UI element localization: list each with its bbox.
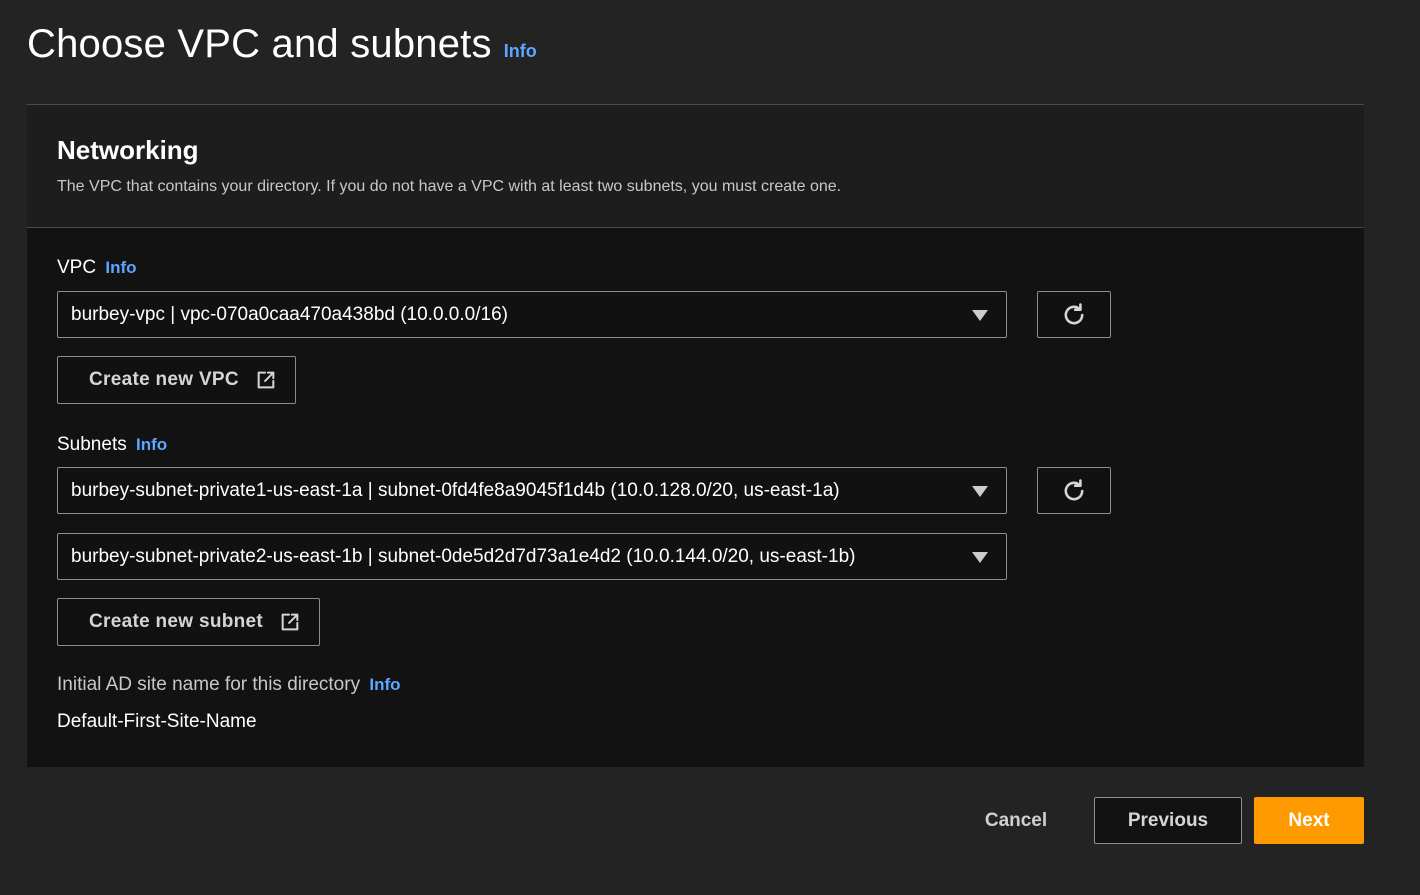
ad-site-value: Default-First-Site-Name: [57, 711, 257, 732]
subnet-select-2-value: burbey-subnet-private2-us-east-1b | subn…: [71, 545, 856, 567]
page: Choose VPC and subnets Info Networking T…: [0, 0, 1420, 895]
create-new-vpc-label: Create new VPC: [89, 369, 239, 390]
create-new-vpc-button[interactable]: Create new VPC: [57, 356, 296, 404]
subnet-select-1-value: burbey-subnet-private1-us-east-1a | subn…: [71, 479, 840, 501]
subnets-refresh-button[interactable]: [1037, 467, 1111, 514]
external-link-icon: [255, 369, 277, 391]
networking-container: Networking The VPC that contains your di…: [27, 104, 1364, 767]
networking-header: Networking The VPC that contains your di…: [27, 105, 1364, 228]
caret-down-icon: [972, 310, 988, 321]
vpc-info-link[interactable]: Info: [105, 258, 136, 277]
subnets-info-link[interactable]: Info: [136, 435, 167, 454]
page-info-link[interactable]: Info: [504, 41, 537, 62]
create-new-subnet-label: Create new subnet: [89, 611, 264, 632]
ad-site-info-link[interactable]: Info: [369, 675, 400, 694]
subnet-select-1[interactable]: burbey-subnet-private1-us-east-1a | subn…: [57, 467, 1007, 514]
cancel-button[interactable]: Cancel: [968, 797, 1064, 844]
vpc-select[interactable]: burbey-vpc | vpc-070a0caa470a438bd (10.0…: [57, 291, 1007, 338]
vpc-label: VPC Info: [57, 257, 137, 279]
ad-site-label-text: Initial AD site name for this directory: [57, 674, 361, 695]
next-button[interactable]: Next: [1254, 797, 1364, 844]
subnets-label: Subnets Info: [57, 434, 167, 456]
caret-down-icon: [972, 552, 988, 563]
refresh-icon: [1064, 478, 1084, 500]
refresh-icon: [1064, 302, 1084, 324]
vpc-refresh-button[interactable]: [1037, 291, 1111, 338]
create-new-subnet-button[interactable]: Create new subnet: [57, 598, 321, 646]
networking-title: Networking: [57, 135, 199, 165]
caret-down-icon: [972, 486, 988, 497]
vpc-label-text: VPC: [57, 257, 97, 278]
subnets-label-text: Subnets: [57, 434, 127, 455]
ad-site-label: Initial AD site name for this directory …: [57, 674, 401, 696]
previous-button[interactable]: Previous: [1094, 797, 1242, 844]
networking-description: The VPC that contains your directory. If…: [57, 178, 842, 195]
vpc-select-value: burbey-vpc | vpc-070a0caa470a438bd (10.0…: [71, 303, 508, 325]
external-link-icon: [279, 611, 301, 633]
page-header: Choose VPC and subnets Info: [27, 22, 537, 67]
page-title: Choose VPC and subnets: [27, 22, 492, 66]
subnet-select-2[interactable]: burbey-subnet-private2-us-east-1b | subn…: [57, 533, 1007, 580]
